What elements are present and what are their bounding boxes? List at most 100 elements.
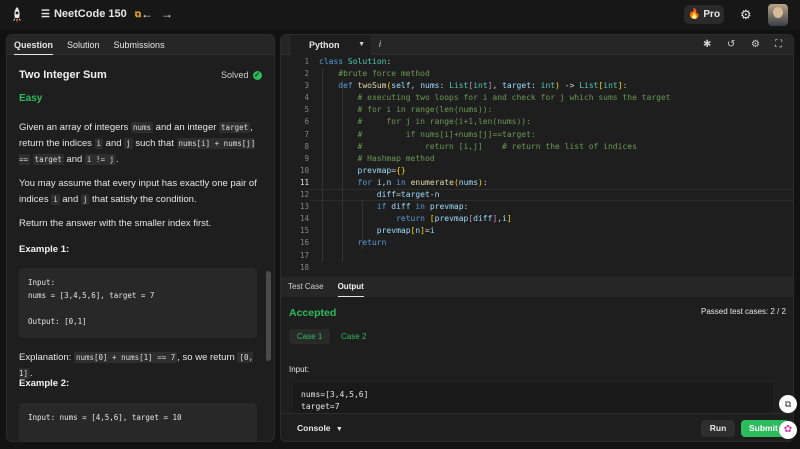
problem-list-link[interactable]: ☰ NeetCode 150 ⧉ (41, 8, 141, 20)
pro-label: Pro (703, 9, 721, 20)
code-line: # return [i,j] # return the list of indi… (357, 141, 637, 151)
rocket-logo-icon[interactable] (10, 6, 24, 24)
flame-icon: 🔥 (687, 9, 701, 20)
editor-toolbar: Python ▼ i ✱ ↺ ⚙ ⛶ (281, 35, 793, 55)
code-line: prevmap={} (357, 165, 406, 175)
desc-text: and (103, 138, 125, 149)
case-2-button[interactable]: Case 2 (333, 329, 374, 344)
input-line: target=7 (301, 402, 340, 411)
arrow-left-icon[interactable]: ← (141, 7, 153, 21)
line-number: 16 (299, 238, 309, 248)
pro-button[interactable]: 🔥 Pro (684, 5, 724, 24)
code-line: if diff in prevmap: (376, 202, 469, 212)
line-number: 18 (299, 262, 309, 272)
code-editor[interactable]: 1 2 3 4 5 6 7 8 9 10 11 12 13 14 15 16 1… (281, 56, 793, 280)
code-line: diff=target-n (376, 190, 440, 200)
input-label: Input: (289, 365, 310, 374)
result-status: Accepted (289, 307, 337, 319)
desc-text: and (63, 154, 85, 165)
example-2-input: Input: nums = [4,5,6], target = 10 (28, 413, 182, 422)
line-number: 9 (304, 153, 309, 163)
desc-text: , so we return (177, 352, 238, 363)
tab-submissions[interactable]: Submissions (107, 35, 172, 55)
bug-icon[interactable]: ✱ (703, 39, 711, 50)
question-tabs: Question Solution Submissions (7, 35, 274, 55)
run-button[interactable]: Run (701, 420, 735, 437)
case-1-button[interactable]: Case 1 (289, 329, 331, 344)
line-number: 14 (299, 214, 309, 224)
line-number-gutter: 1 2 3 4 5 6 7 8 9 10 11 12 13 14 15 16 1… (281, 56, 309, 274)
inline-code: i (51, 194, 60, 205)
desc-text: Given an array of integers (19, 122, 131, 133)
code-line: # Hashmap method (357, 153, 435, 163)
example-2-box: Input: nums = [4,5,6], target = 10 (19, 403, 257, 441)
return-paragraph: Return the answer with the smaller index… (19, 218, 212, 229)
inline-code: target (32, 154, 64, 165)
gear-icon[interactable]: ⚙ (740, 7, 752, 23)
desc-text: such that (132, 138, 177, 149)
code-line: for i,n in enumerate(nums): (357, 177, 488, 187)
inline-code: target (219, 122, 251, 133)
brain-icon[interactable]: ✿ (779, 421, 797, 439)
avatar[interactable] (768, 4, 788, 26)
tab-test-case[interactable]: Test Case (281, 277, 331, 297)
code-line: # for j in range(i+1,len(nums)): (357, 117, 531, 127)
tab-question[interactable]: Question (7, 35, 60, 55)
question-panel: Question Solution Submissions Two Intege… (6, 34, 275, 442)
code-line: # for i in range(len(nums)): (357, 105, 493, 115)
line-number: 11 (299, 177, 309, 187)
line-number: 8 (304, 141, 309, 151)
code-line: # if nums[i]+nums[j]==target: (357, 129, 536, 139)
fullscreen-icon[interactable]: ⛶ (775, 39, 782, 50)
code-line: prevmap[n]=i (376, 226, 435, 236)
desc-text: and an integer (153, 122, 220, 133)
settings-icon[interactable]: ⚙ (751, 39, 760, 50)
inline-code: j (124, 138, 133, 149)
example-1-input-label: Input: (28, 278, 56, 287)
info-icon[interactable]: i (379, 39, 381, 49)
passed-count: Passed test cases: 2 / 2 (701, 307, 786, 316)
inline-code: i != j (84, 154, 116, 165)
code-line: def twoSum(self, nums: List[int], target… (338, 81, 628, 91)
undo-icon[interactable]: ↺ (727, 39, 735, 50)
tab-solution[interactable]: Solution (60, 35, 107, 55)
inline-code: nums (130, 122, 154, 133)
language-select[interactable]: Python ▼ (291, 35, 371, 55)
desc-text: that satisfy the condition. (89, 194, 197, 205)
example-2-heading: Example 2: (19, 378, 70, 389)
check-icon: ✓ (252, 70, 262, 80)
desc-text: . (116, 154, 119, 165)
line-number: 10 (299, 165, 309, 175)
output-panel: Accepted Passed test cases: 2 / 2 Case 1… (281, 297, 793, 423)
example-1-heading: Example 1: (19, 244, 70, 255)
problem-list-title: NeetCode 150 (53, 8, 127, 20)
code-lines: class Solution: #brute force method def … (319, 56, 671, 274)
translate-icon[interactable]: ⧉ (779, 395, 797, 413)
inline-code: i (94, 138, 104, 149)
solved-badge: Solved ✓ (221, 70, 262, 80)
list-icon: ☰ (41, 8, 50, 20)
example-1-input: nums = [3,4,5,6], target = 7 (28, 291, 155, 300)
line-number: 7 (304, 129, 309, 139)
chevron-down-icon: ▼ (358, 41, 365, 48)
editor-footer: Console ▼ Run Submit (281, 413, 793, 441)
console-toggle[interactable]: Console ▼ (297, 423, 343, 433)
code-line: # executing two loops for i and check fo… (357, 93, 671, 103)
output-tabs: Test Case Output (281, 277, 793, 297)
line-number: 5 (304, 105, 309, 115)
tab-output[interactable]: Output (331, 277, 371, 297)
line-number: 4 (304, 93, 309, 103)
input-line: nums=[3,4,5,6] (301, 390, 369, 399)
line-number: 3 (304, 81, 309, 91)
top-bar: ☰ NeetCode 150 ⧉ ← → 🔥 Pro ⚙ (0, 0, 800, 30)
line-number: 13 (299, 202, 309, 212)
arrow-right-icon[interactable]: → (161, 7, 173, 21)
code-line: return [prevmap[diff],i] (396, 214, 512, 224)
code-line: class Solution: (319, 57, 392, 66)
solved-label: Solved (221, 70, 249, 80)
chevron-down-icon: ▼ (335, 426, 343, 433)
line-number: 2 (304, 69, 309, 79)
scrollbar[interactable] (266, 271, 271, 361)
